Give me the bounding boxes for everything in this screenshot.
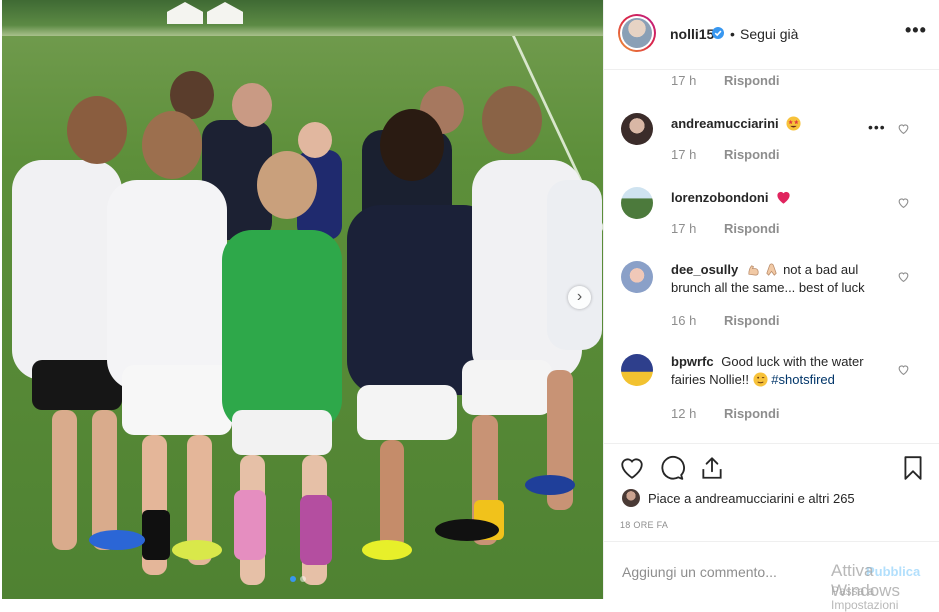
comment-time: 12 h [671, 406, 697, 421]
carousel-next-button[interactable]: › [568, 286, 591, 309]
reply-button[interactable]: Rispondi [724, 147, 780, 162]
comment-time: 16 h [671, 313, 697, 328]
post-timestamp[interactable]: 18 ORE FA [620, 520, 668, 530]
like-comment-icon[interactable] [897, 270, 910, 283]
likes-text: Piace a andreamucciarini e altri 265 [648, 490, 855, 506]
post-photo[interactable]: › [2, 0, 603, 599]
commenter-avatar[interactable] [621, 113, 653, 145]
commenter-avatar[interactable] [621, 187, 653, 219]
carousel-dots [290, 576, 306, 582]
verified-badge-icon [712, 27, 724, 39]
post-actions-bar [604, 443, 939, 492]
comment-meta: 16 h Rispondi [671, 313, 780, 328]
like-comment-icon[interactable] [897, 122, 910, 135]
like-heart-icon[interactable] [619, 455, 645, 481]
follow-status-button[interactable]: Segui già [740, 26, 798, 42]
save-bookmark-icon[interactable] [900, 455, 926, 481]
like-comment-icon[interactable] [897, 196, 910, 209]
comment-meta: 12 h Rispondi [671, 406, 780, 421]
comment-text: bpwrfc Good luck with the water fairies … [671, 353, 891, 389]
commenter-username[interactable]: lorenzobondoni [671, 190, 768, 205]
comment-time: 17 h [671, 147, 697, 162]
share-icon[interactable] [699, 455, 725, 481]
commenter-username[interactable]: andreamucciarini [671, 116, 779, 131]
more-options-button[interactable]: ••• [905, 20, 927, 41]
reply-button[interactable]: Rispondi [724, 406, 780, 421]
comment-time: 17 h [671, 221, 697, 236]
commenter-username[interactable]: bpwrfc [671, 354, 714, 369]
hashtag-link[interactable]: #shotsfired [771, 372, 835, 387]
flexed-biceps-icon [748, 265, 759, 276]
reply-button[interactable]: Rispondi [724, 313, 780, 328]
comment-meta: 17 h Rispondi [671, 73, 780, 88]
author-avatar[interactable] [618, 14, 656, 52]
commenter-avatar[interactable] [621, 354, 653, 386]
post-header: nolli15 • Segui già ••• [604, 0, 939, 70]
comment-composer: Pubblica Attiva Windows Passa a Impostaz… [604, 541, 939, 612]
background-trees [2, 0, 603, 36]
red-heart-icon [777, 191, 790, 204]
liker-avatar [622, 489, 640, 507]
author-username[interactable]: nolli15 [670, 26, 714, 42]
windows-activation-watermark-sub: Passa a Impostazioni [831, 584, 899, 612]
likes-summary[interactable]: Piace a andreamucciarini e altri 265 [622, 489, 855, 507]
star-struck-icon [786, 116, 801, 131]
comment-text: andreamucciarini [671, 115, 891, 133]
carousel-dot [300, 576, 306, 582]
comment-text: dee_osully not a bad aul brunch all the … [671, 261, 891, 297]
like-comment-icon[interactable] [897, 363, 910, 376]
carousel-dot-active [290, 576, 296, 582]
commenter-username[interactable]: dee_osully [671, 262, 738, 277]
comment-meta: 17 h Rispondi [671, 221, 780, 236]
comment-meta: 17 h Rispondi [671, 147, 780, 162]
comment-options-icon[interactable]: ••• [868, 119, 886, 135]
commenter-avatar[interactable] [621, 261, 653, 293]
face-with-tongue-wink-icon [753, 372, 768, 387]
add-comment-input[interactable] [620, 560, 824, 584]
comment-time: 17 h [671, 73, 697, 88]
comments-list[interactable]: 17 h Rispondi andreamucciarini ••• 17 h [604, 70, 939, 442]
rugby-players-huddle [12, 71, 602, 585]
header-separator: • [730, 26, 735, 42]
comment-text: lorenzobondoni [671, 189, 891, 207]
folded-hands-icon [766, 263, 778, 276]
reply-button[interactable]: Rispondi [724, 221, 780, 236]
comment-bubble-icon[interactable] [659, 455, 685, 481]
post-side-panel: nolli15 • Segui già ••• 17 h Rispondi an… [603, 0, 939, 612]
reply-button[interactable]: Rispondi [724, 73, 780, 88]
